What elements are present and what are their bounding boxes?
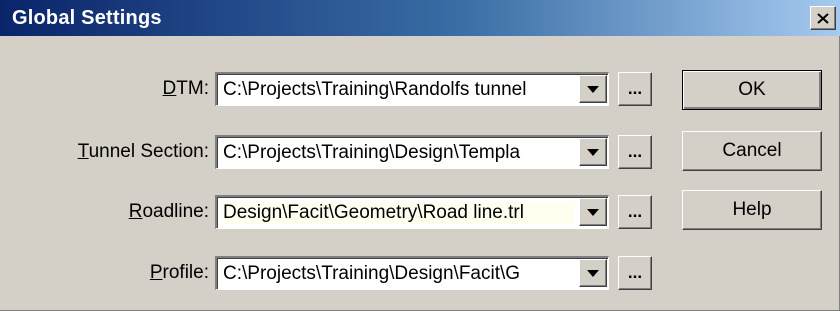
roadline-value: Design\Facit\Geometry\Road line.trl <box>223 202 574 224</box>
cancel-button[interactable]: Cancel <box>682 131 822 171</box>
profile-dropdown-button[interactable] <box>579 259 607 287</box>
title-bar: Global Settings <box>0 0 840 36</box>
global-settings-dialog: Global Settings DTM: C:\Projects\Trainin… <box>0 0 840 311</box>
triangle-down-icon <box>587 269 599 277</box>
window-title: Global Settings <box>12 7 162 29</box>
dtm-value: C:\Projects\Training\Randolfs tunnel <box>223 79 527 100</box>
tunnel-section-browse-button[interactable]: ... <box>618 135 652 169</box>
close-button[interactable] <box>810 6 836 30</box>
dtm-combobox[interactable]: C:\Projects\Training\Randolfs tunnel <box>215 72 609 106</box>
triangle-down-icon <box>587 208 599 216</box>
triangle-down-icon <box>587 85 599 93</box>
roadline-dropdown-button[interactable] <box>579 198 607 226</box>
profile-label: Profile: <box>149 262 209 283</box>
profile-combobox[interactable]: C:\Projects\Training\Design\Facit\G <box>215 256 609 290</box>
dtm-label: DTM: <box>162 78 209 99</box>
tunnel-section-dropdown-button[interactable] <box>579 138 607 166</box>
dtm-dropdown-button[interactable] <box>579 75 607 103</box>
roadline-label: Roadline: <box>128 201 209 222</box>
roadline-combobox[interactable]: Design\Facit\Geometry\Road line.trl <box>215 195 609 229</box>
profile-browse-button[interactable]: ... <box>618 256 652 290</box>
help-button[interactable]: Help <box>682 190 822 230</box>
dtm-browse-button[interactable]: ... <box>618 72 652 106</box>
close-icon <box>817 12 829 24</box>
tunnel-section-combobox[interactable]: C:\Projects\Training\Design\Templa <box>215 135 609 169</box>
profile-value: C:\Projects\Training\Design\Facit\G <box>223 263 521 284</box>
triangle-down-icon <box>587 148 599 156</box>
tunnel-section-label: Tunnel Section: <box>77 141 209 162</box>
roadline-browse-button[interactable]: ... <box>618 195 652 229</box>
tunnel-section-value: C:\Projects\Training\Design\Templa <box>223 142 521 163</box>
ok-button[interactable]: OK <box>682 70 822 110</box>
